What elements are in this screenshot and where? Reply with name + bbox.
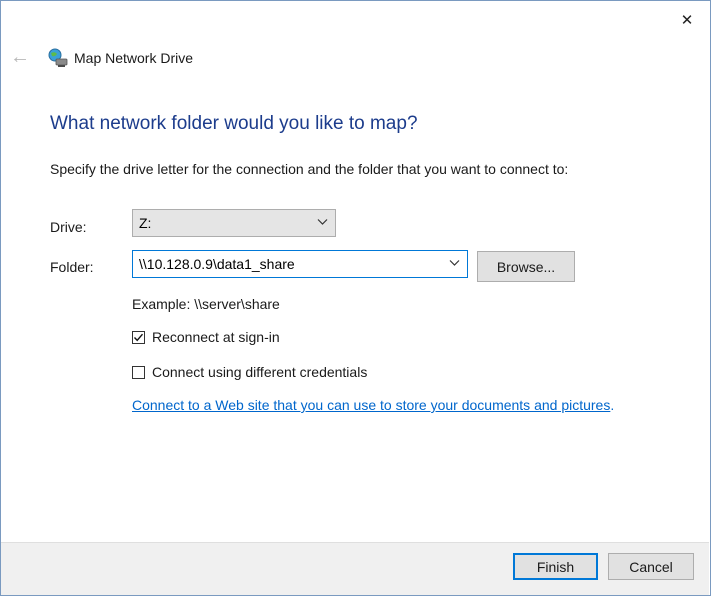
drive-select[interactable]: Z:: [132, 209, 336, 237]
folder-combobox[interactable]: [132, 250, 468, 278]
close-icon: ✕: [680, 12, 694, 29]
drive-label: Drive:: [50, 219, 87, 235]
reconnect-checkbox[interactable]: [132, 330, 145, 344]
footer-bar: [1, 542, 709, 595]
credentials-label: Connect using different credentials: [152, 364, 368, 380]
map-network-drive-window: [0, 0, 711, 596]
reconnect-option[interactable]: Reconnect at sign-in: [132, 329, 280, 345]
cancel-button[interactable]: Cancel: [608, 553, 694, 580]
reconnect-label: Reconnect at sign-in: [152, 329, 280, 345]
close-button[interactable]: ✕: [664, 6, 710, 34]
instruction-text: Specify the drive letter for the connect…: [50, 161, 569, 177]
finish-button[interactable]: Finish: [513, 553, 598, 580]
chevron-down-icon[interactable]: [449, 259, 460, 267]
link-suffix: .: [610, 397, 615, 413]
network-drive-icon: [48, 48, 68, 67]
wizard-title: Map Network Drive: [74, 50, 194, 66]
web-site-link[interactable]: Connect to a Web site that you can use t…: [132, 397, 610, 413]
folder-label: Folder:: [50, 259, 94, 275]
example-text: Example: \\server\share: [132, 296, 280, 312]
page-heading: What network folder would you like to ma…: [50, 113, 418, 134]
back-arrow-icon: ←: [10, 45, 30, 68]
drive-select-value: Z:: [139, 215, 152, 231]
web-site-link-row: Connect to a Web site that you can use t…: [132, 397, 614, 413]
back-button[interactable]: ←: [9, 45, 31, 69]
checkmark-icon: [133, 333, 144, 341]
browse-button[interactable]: Browse...: [477, 251, 575, 282]
chevron-down-icon: [317, 219, 328, 225]
credentials-option[interactable]: Connect using different credentials: [132, 364, 367, 380]
credentials-checkbox[interactable]: [132, 365, 145, 379]
folder-input[interactable]: [139, 256, 429, 272]
